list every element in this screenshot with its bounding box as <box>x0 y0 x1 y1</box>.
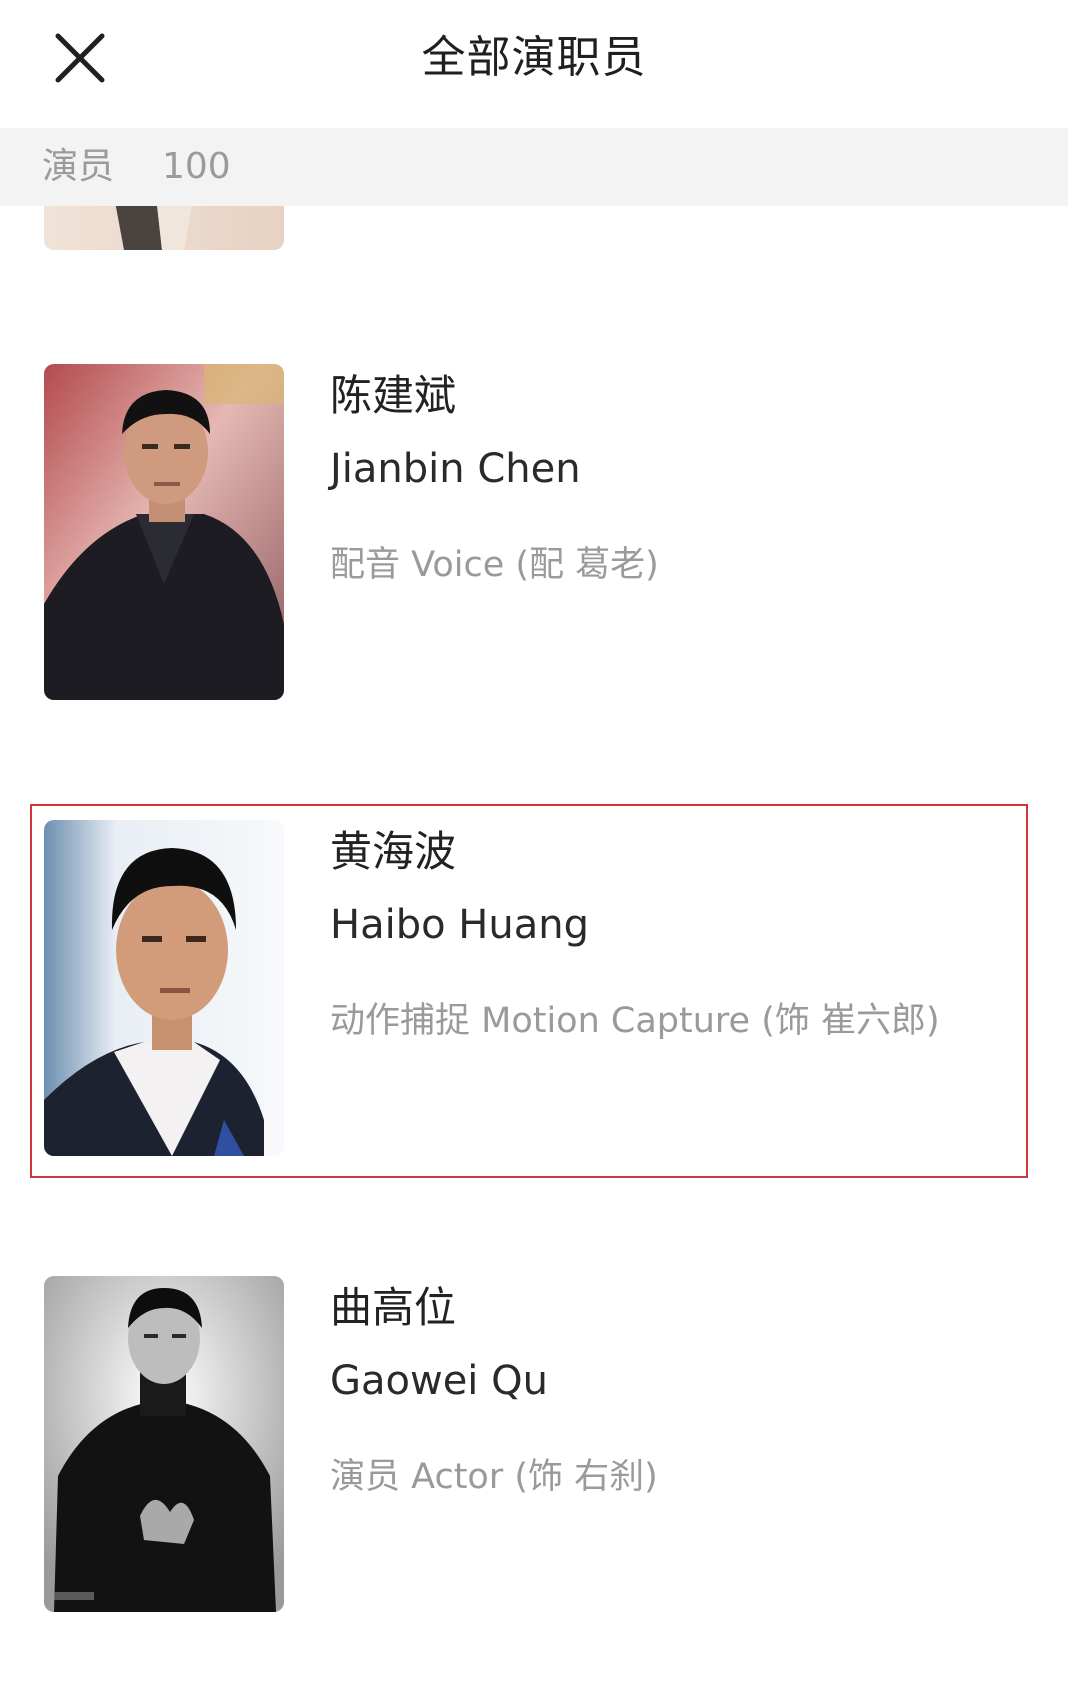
actor-name-en: Jianbin Chen <box>330 446 581 492</box>
actor-name-cn: 陈建斌 <box>330 371 457 420</box>
actor-photo[interactable] <box>44 1276 284 1612</box>
cast-item[interactable]: 陈建斌 Jianbin Chen 配音 Voice (配 葛老) <box>0 364 1068 704</box>
actor-role: 配音 Voice (配 葛老) <box>330 545 659 585</box>
section-count: 100 <box>162 146 231 187</box>
actor-role: 动作捕捉 Motion Capture (饰 崔六郎) <box>330 1001 940 1041</box>
actor-photo[interactable] <box>44 820 284 1156</box>
actor-name-en: Gaowei Qu <box>330 1358 548 1404</box>
section-label: 演员 <box>42 146 115 187</box>
previous-actor-photo[interactable] <box>44 206 284 250</box>
actor-name-en: Haibo Huang <box>330 902 589 948</box>
cast-item-highlighted[interactable]: 黄海波 Haibo Huang 动作捕捉 Motion Capture (饰 崔… <box>0 804 1068 1178</box>
actor-photo[interactable] <box>44 364 284 700</box>
actor-name-cn: 黄海波 <box>330 827 457 876</box>
section-header: 演员 100 <box>0 128 1068 206</box>
cast-item[interactable]: 曲高位 Gaowei Qu 演员 Actor (饰 右刹) <box>0 1276 1068 1616</box>
cast-list[interactable]: 陈建斌 Jianbin Chen 配音 Voice (配 葛老) 黄海波 Hai… <box>0 206 1068 1701</box>
top-bar: 全部演职员 <box>0 0 1068 128</box>
page-title: 全部演职员 <box>421 32 647 83</box>
actor-role: 演员 Actor (饰 右刹) <box>330 1457 658 1497</box>
actor-name-cn: 曲高位 <box>330 1283 457 1332</box>
